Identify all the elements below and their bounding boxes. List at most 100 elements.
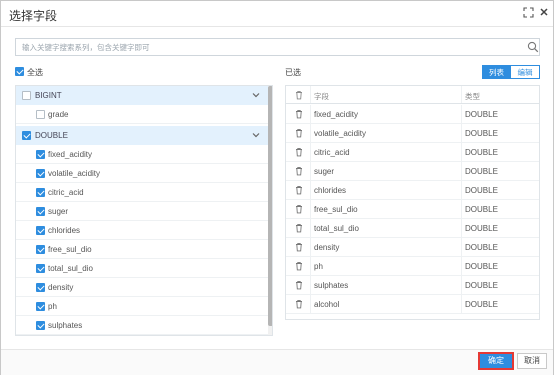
trash-icon[interactable] [293,108,305,120]
group-checkbox-bigint[interactable] [22,91,31,100]
selected-heading: 已选 [285,68,301,77]
group-row-bigint[interactable]: BIGINT [16,86,268,105]
select-all-checkbox[interactable] [15,67,24,76]
item-label: citric_acid [48,188,84,197]
dialog-title: 选择字段 [9,9,58,23]
type-cell: DOUBLE [465,243,498,252]
item-checkbox[interactable] [36,283,45,292]
type-cell: DOUBLE [465,262,498,271]
list-item[interactable]: chlorides [16,221,268,240]
table-row: citric_acid DOUBLE [286,143,539,162]
item-label: fixed_acidity [48,150,93,159]
item-checkbox[interactable] [36,169,45,178]
item-checkbox[interactable] [36,188,45,197]
table-row: volatile_acidity DOUBLE [286,124,539,143]
type-cell: DOUBLE [465,110,498,119]
type-cell: DOUBLE [465,148,498,157]
field-cell: citric_acid [314,148,350,157]
item-checkbox[interactable] [36,110,45,119]
chevron-down-icon[interactable] [250,129,262,141]
close-icon[interactable] [538,7,550,19]
trash-icon[interactable] [293,184,305,196]
item-checkbox[interactable] [36,302,45,311]
table-row: alcohol DOUBLE [286,295,539,314]
table-row: sulphates DOUBLE [286,276,539,295]
field-cell: volatile_acidity [314,129,367,138]
field-cell: fixed_acidity [314,110,359,119]
type-cell: DOUBLE [465,205,498,214]
list-item[interactable]: ph [16,297,268,316]
list-item[interactable]: total_sul_dio [16,259,268,278]
item-checkbox[interactable] [36,226,45,235]
cancel-button[interactable]: 取消 [517,353,547,369]
type-cell: DOUBLE [465,129,498,138]
trash-icon[interactable] [293,298,305,310]
item-label: ph [48,302,57,311]
item-checkbox[interactable] [36,207,45,216]
item-label: chlorides [48,226,81,235]
dialog-header: 选择字段 [1,1,553,27]
list-item[interactable]: citric_acid [16,183,268,202]
trash-icon[interactable] [293,89,305,101]
field-cell: chlorides [314,186,347,195]
item-label: free_sul_dio [48,245,92,254]
table-row: total_sul_dio DOUBLE [286,219,539,238]
list-item[interactable]: free_sul_dio [16,240,268,259]
trash-icon[interactable] [293,260,305,272]
item-checkbox[interactable] [36,150,45,159]
list-item[interactable]: suger [16,202,268,221]
search-input[interactable] [22,39,517,55]
list-item[interactable]: volatile_acidity [16,164,268,183]
item-label: volatile_acidity [48,169,101,178]
table-row: ph DOUBLE [286,257,539,276]
fullscreen-icon[interactable] [522,7,534,19]
scrollbar-thumb[interactable] [268,86,272,326]
select-all-label: 全选 [27,68,43,77]
list-item[interactable]: fixed_acidity [16,145,268,164]
trash-icon[interactable] [293,241,305,253]
list-view-button[interactable]: 列表 [482,65,511,79]
group-checkbox-double[interactable] [22,131,31,140]
trash-icon[interactable] [293,127,305,139]
scrollbar[interactable] [268,86,272,335]
type-cell: DOUBLE [465,281,498,290]
list-item[interactable]: density [16,278,268,297]
group-label: DOUBLE [35,131,68,140]
field-cell: density [314,243,340,252]
item-checkbox[interactable] [36,245,45,254]
field-cell: total_sul_dio [314,224,359,233]
trash-icon[interactable] [293,165,305,177]
group-label: BIGINT [35,91,62,100]
list-item[interactable]: sulphates [16,316,268,335]
trash-icon[interactable] [293,222,305,234]
type-cell: DOUBLE [465,300,498,309]
confirm-button[interactable]: 确定 [478,352,514,370]
table-header: 字段 类型 [286,86,539,104]
item-checkbox[interactable] [36,264,45,273]
table-row: fixed_acidity DOUBLE [286,105,539,124]
trash-icon[interactable] [293,146,305,158]
type-cell: DOUBLE [465,186,498,195]
trash-icon[interactable] [293,203,305,215]
field-cell: suger [314,167,335,176]
table-row: suger DOUBLE [286,162,539,181]
table-row: chlorides DOUBLE [286,181,539,200]
column-header-type: 类型 [465,92,480,101]
dialog-footer [1,349,553,375]
field-cell: alcohol [314,300,340,309]
item-label: sulphates [48,321,83,330]
search-icon[interactable] [527,41,539,53]
table-row: free_sul_dio DOUBLE [286,200,539,219]
select-field-dialog: 选择字段 全选 BIGINT grade DOUBLE [0,0,554,375]
list-item[interactable]: grade [16,105,268,124]
type-cell: DOUBLE [465,224,498,233]
search-box [15,38,540,56]
column-header-field: 字段 [314,92,329,101]
trash-icon[interactable] [293,279,305,291]
group-row-double[interactable]: DOUBLE [16,126,268,145]
item-checkbox[interactable] [36,321,45,330]
chevron-down-icon[interactable] [250,89,262,101]
field-cell: sulphates [314,281,349,290]
edit-view-button[interactable]: 编辑 [511,65,540,79]
item-label: grade [48,110,69,119]
